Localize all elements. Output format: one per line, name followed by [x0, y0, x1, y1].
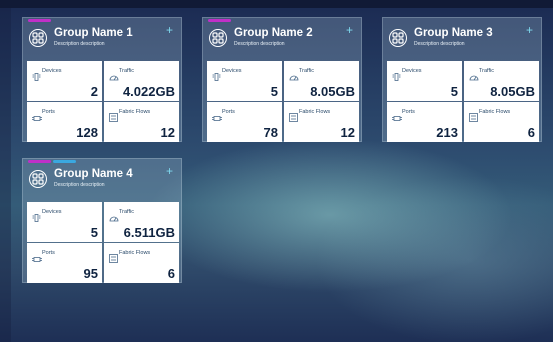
add-button[interactable]: + [166, 23, 173, 37]
add-button[interactable]: + [346, 23, 353, 37]
group-description: Description description [414, 41, 465, 47]
fabric-flows-tile[interactable]: Fabric Flows 12 [284, 102, 359, 142]
accent-bar [28, 160, 51, 163]
group-card-3[interactable]: Group Name 3 Description description + D… [382, 17, 542, 142]
devices-tile[interactable]: Devices 5 [207, 61, 282, 101]
fabric-flows-label: Fabric Flows [119, 109, 151, 115]
group-card-4[interactable]: Group Name 4 Description description + D… [22, 158, 182, 283]
ports-tile[interactable]: Ports 213 [387, 102, 462, 142]
group-card-1[interactable]: Group Name 1 Description description + D… [22, 17, 182, 142]
group-name: Group Name 4 [54, 168, 133, 180]
fabric-flows-label: Fabric Flows [299, 109, 331, 115]
traffic-icon [109, 209, 119, 227]
devices-count: 5 [450, 84, 458, 99]
group-name: Group Name 3 [414, 27, 493, 39]
ports-label: Ports [402, 109, 415, 115]
accent-bar [208, 19, 231, 22]
fabric-flows-icon [469, 109, 478, 127]
traffic-value: 6.511GB [123, 225, 175, 240]
devices-icon [32, 68, 41, 86]
add-button[interactable]: + [526, 23, 533, 37]
fabric-flows-tile[interactable]: Fabric Flows 6 [464, 102, 539, 142]
ports-label: Ports [222, 109, 235, 115]
fabric-flows-label: Fabric Flows [479, 109, 511, 115]
group-description: Description description [234, 41, 285, 47]
traffic-label: Traffic [479, 68, 494, 74]
ports-tile[interactable]: Ports 78 [207, 102, 282, 142]
traffic-icon [469, 68, 479, 86]
traffic-tile[interactable]: Traffic 6.511GB [104, 202, 179, 242]
group-card-2[interactable]: Group Name 2 Description description + D… [202, 17, 362, 142]
ports-count: 95 [83, 266, 98, 281]
traffic-tile[interactable]: Traffic 4.022GB [104, 61, 179, 101]
traffic-value: 8.05GB [310, 84, 355, 99]
fabric-flows-tile[interactable]: Fabric Flows 12 [104, 102, 179, 142]
group-name: Group Name 1 [54, 27, 133, 39]
group-icon [29, 170, 47, 188]
group-icon [209, 29, 227, 47]
add-button[interactable]: + [166, 164, 173, 178]
group-description: Description description [54, 41, 105, 47]
ports-icon [392, 109, 402, 127]
ports-count: 213 [436, 125, 458, 140]
ports-icon [32, 250, 42, 268]
fabric-flows-count: 12 [340, 125, 355, 140]
ports-tile[interactable]: Ports 128 [27, 102, 102, 142]
fabric-flows-count: 12 [160, 125, 175, 140]
fabric-flows-icon [109, 250, 118, 268]
fabric-flows-count: 6 [167, 266, 175, 281]
devices-tile[interactable]: Devices 5 [27, 202, 102, 242]
ports-label: Ports [42, 109, 55, 115]
ports-count: 128 [76, 125, 98, 140]
devices-count: 5 [270, 84, 278, 99]
devices-icon [32, 209, 41, 227]
devices-tile[interactable]: Devices 5 [387, 61, 462, 101]
devices-icon [212, 68, 221, 86]
traffic-tile[interactable]: Traffic 8.05GB [464, 61, 539, 101]
group-icon [389, 29, 407, 47]
devices-icon [392, 68, 401, 86]
traffic-label: Traffic [299, 68, 314, 74]
ports-label: Ports [42, 250, 55, 256]
fabric-flows-label: Fabric Flows [119, 250, 151, 256]
fabric-flows-icon [289, 109, 298, 127]
traffic-tile[interactable]: Traffic 8.05GB [284, 61, 359, 101]
devices-count: 2 [90, 84, 98, 99]
fabric-flows-tile[interactable]: Fabric Flows 6 [104, 243, 179, 283]
traffic-icon [109, 68, 119, 86]
group-description: Description description [54, 182, 105, 188]
accent-bar-secondary [53, 160, 76, 163]
traffic-icon [289, 68, 299, 86]
devices-label: Devices [42, 209, 62, 215]
traffic-label: Traffic [119, 209, 134, 215]
devices-tile[interactable]: Devices 2 [27, 61, 102, 101]
top-bar [0, 0, 553, 8]
ports-count: 78 [263, 125, 278, 140]
group-name: Group Name 2 [234, 27, 313, 39]
traffic-label: Traffic [119, 68, 134, 74]
traffic-value: 4.022GB [122, 84, 175, 99]
left-rail [0, 8, 11, 342]
ports-icon [212, 109, 222, 127]
group-icon [29, 29, 47, 47]
fabric-flows-icon [109, 109, 118, 127]
ports-icon [32, 109, 42, 127]
fabric-flows-count: 6 [527, 125, 535, 140]
devices-label: Devices [42, 68, 62, 74]
devices-count: 5 [90, 225, 98, 240]
devices-label: Devices [222, 68, 242, 74]
accent-bar [28, 19, 51, 22]
devices-label: Devices [402, 68, 422, 74]
ports-tile[interactable]: Ports 95 [27, 243, 102, 283]
traffic-value: 8.05GB [490, 84, 535, 99]
